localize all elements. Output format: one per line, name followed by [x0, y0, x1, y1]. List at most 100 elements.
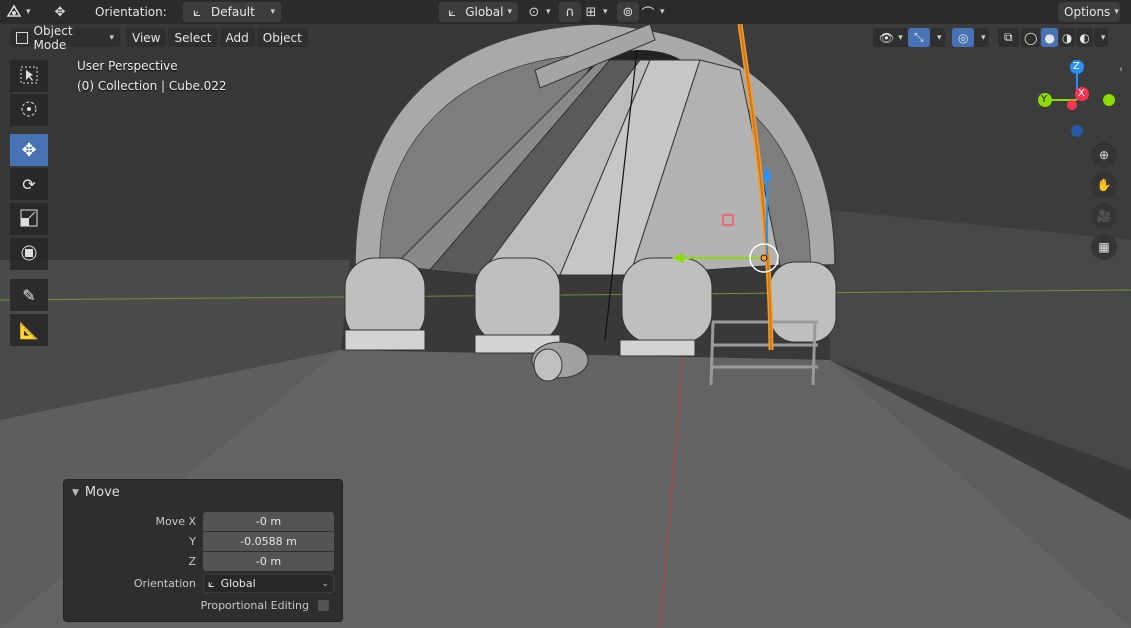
gizmo-z-label: Z — [1073, 61, 1080, 72]
mode-label: Object Mode — [33, 24, 73, 52]
move-y-row: Y -0.0588 m — [64, 532, 344, 551]
chevron-down-icon: ▾ — [660, 7, 665, 17]
chevron-down-icon: ▾ — [981, 32, 986, 43]
editor-type-dropdown[interactable]: ▾ — [6, 2, 31, 22]
eye-icon: 👁 — [879, 30, 895, 45]
snap-target-dropdown[interactable]: ⊞ ▾ — [583, 2, 608, 22]
gizmo-dropdown[interactable]: ▾ — [930, 28, 945, 47]
falloff-dropdown[interactable]: ⌒ ▾ — [640, 2, 665, 22]
tool-annotate[interactable]: ✎ — [10, 279, 48, 311]
menu-select[interactable]: Select — [168, 28, 218, 47]
tool-select-box[interactable] — [10, 60, 48, 92]
proportional-icon: ⊚ — [622, 4, 634, 20]
collapse-triangle-icon: ▼ — [72, 487, 79, 498]
select-box-icon — [20, 66, 38, 87]
move-icon: ✥ — [21, 139, 37, 161]
proportional-edit-toggle[interactable]: ⊚ — [617, 2, 639, 22]
chevron-down-icon: ▾ — [507, 7, 512, 17]
move-x-label: Move X — [155, 515, 196, 528]
move-y-label: Y — [189, 535, 196, 548]
chevron-down-icon: ▾ — [546, 7, 551, 17]
panel-orientation-dropdown[interactable]: ⟀ Global ⌄ — [203, 574, 334, 593]
ortho-toggle-button[interactable]: ▦ — [1091, 234, 1117, 260]
view-perspective-label: User Perspective — [77, 59, 178, 73]
shading-mode-group: ◯ ● ◑ ◐ ▾ — [1021, 28, 1109, 47]
gizmo-icon: ⤡ — [914, 30, 924, 44]
chevron-down-icon: ▾ — [109, 32, 114, 43]
gizmo-x-label: X — [1078, 88, 1085, 99]
orientation-value: Default — [211, 5, 255, 19]
move-y-field[interactable]: -0.0588 m — [203, 532, 334, 551]
material-sphere-icon: ◑ — [1061, 30, 1073, 45]
chevron-down-icon: ▾ — [1100, 32, 1106, 43]
tool-move[interactable]: ✥ — [10, 134, 48, 166]
annotate-pencil-icon: ✎ — [22, 285, 36, 305]
shading-material[interactable]: ◑ — [1058, 28, 1076, 47]
tool-measure[interactable]: 📐 — [10, 314, 48, 346]
xray-icon: ⧉ — [1004, 30, 1013, 44]
menu-view[interactable]: View — [126, 28, 167, 47]
magnet-icon: ∩ — [565, 4, 575, 20]
gizmo-y-label: Y — [1041, 94, 1048, 105]
gizmo-toggle[interactable]: ⤡ — [908, 28, 930, 47]
menu-object[interactable]: Object — [256, 28, 308, 47]
move-x-field[interactable]: -0 m — [203, 512, 334, 531]
mode-dropdown[interactable]: Object Mode ▾ — [10, 24, 120, 52]
shading-dropdown[interactable]: ▾ — [1093, 28, 1109, 47]
chevron-down-icon: ▾ — [1114, 7, 1119, 17]
move-operator-panel: ▼ Move Move X -0 m Y -0.0588 m Z -0 m Or… — [63, 479, 343, 622]
chevron-down-icon: ▾ — [26, 7, 31, 17]
chevron-down-icon: ▾ — [898, 32, 903, 43]
orientation-dropdown[interactable]: ⟀ Default ▾ — [183, 2, 281, 22]
solid-sphere-icon: ● — [1044, 30, 1055, 45]
move-z-field[interactable]: -0 m — [203, 552, 334, 571]
shading-wireframe[interactable]: ◯ — [1021, 28, 1041, 47]
transform-orientation-dropdown[interactable]: ⟀ Global ▾ — [439, 2, 518, 22]
snap-toggle[interactable]: ∩ — [559, 2, 581, 22]
proportional-checkbox[interactable] — [318, 600, 329, 611]
transform-orientation-value: Global — [465, 5, 504, 19]
tool-cursor[interactable] — [10, 94, 48, 126]
pan-hand-icon: ✋ — [1096, 178, 1112, 192]
editor-type-icon — [6, 4, 22, 20]
orientation-row: Orientation ⟀ Global ⌄ — [64, 574, 344, 593]
wireframe-sphere-icon: ◯ — [1024, 30, 1038, 45]
camera-view-button[interactable]: 🎥 — [1091, 203, 1117, 229]
overlays-toggle[interactable]: ◎ — [952, 28, 975, 47]
tool-transform[interactable] — [10, 238, 48, 270]
panel-orientation-label: Orientation — [133, 577, 196, 590]
menu-add[interactable]: Add — [219, 28, 255, 47]
tool-scale[interactable] — [10, 203, 48, 235]
camera-icon: 🎥 — [1096, 209, 1112, 223]
shading-solid[interactable]: ● — [1041, 28, 1058, 47]
rendered-sphere-icon: ◐ — [1079, 30, 1090, 45]
global-axes-icon: ⟀ — [448, 4, 456, 20]
top-header-bar: ▾ ✥ Orientation: ⟀ Default ▾ ⟀ Global ▾ … — [0, 0, 1131, 24]
chevron-down-icon: ▾ — [937, 32, 942, 43]
orientation-axes-icon: ⟀ — [193, 4, 201, 20]
zoom-button[interactable]: ⊕ — [1091, 142, 1117, 168]
chevron-down-icon: ⌄ — [321, 578, 329, 589]
pivot-icon: ⊙ — [528, 4, 540, 20]
chevron-down-icon: ▾ — [270, 7, 275, 17]
shading-rendered[interactable]: ◐ — [1076, 28, 1093, 47]
tool-rotate[interactable]: ⟳ — [10, 168, 48, 200]
proportional-label: Proportional Editing — [200, 599, 309, 612]
viewport-menu-bar: View Select Add Object — [126, 28, 308, 47]
overlays-dropdown[interactable]: ▾ — [974, 28, 989, 47]
transform-icon — [19, 243, 39, 266]
rotate-icon: ⟳ — [22, 174, 36, 194]
pivot-point-dropdown[interactable]: ⊙ ▾ — [526, 2, 551, 22]
pan-button[interactable]: ✋ — [1091, 172, 1117, 198]
move-z-label: Z — [188, 555, 196, 568]
move-x-row: Move X -0 m — [64, 512, 344, 531]
options-label: Options — [1064, 5, 1111, 19]
options-dropdown[interactable]: Options ▾ — [1058, 2, 1120, 22]
xray-toggle[interactable]: ⧉ — [998, 28, 1019, 47]
visibility-dropdown[interactable]: 👁 ▾ — [873, 28, 909, 47]
ortho-grid-icon: ▦ — [1098, 240, 1110, 254]
proportional-row: Proportional Editing — [64, 596, 344, 615]
panel-header[interactable]: ▼ Move — [72, 485, 120, 500]
transform-pivot-button[interactable]: ✥ — [52, 2, 68, 22]
orientation-label-text: Orientation: — [95, 5, 167, 19]
